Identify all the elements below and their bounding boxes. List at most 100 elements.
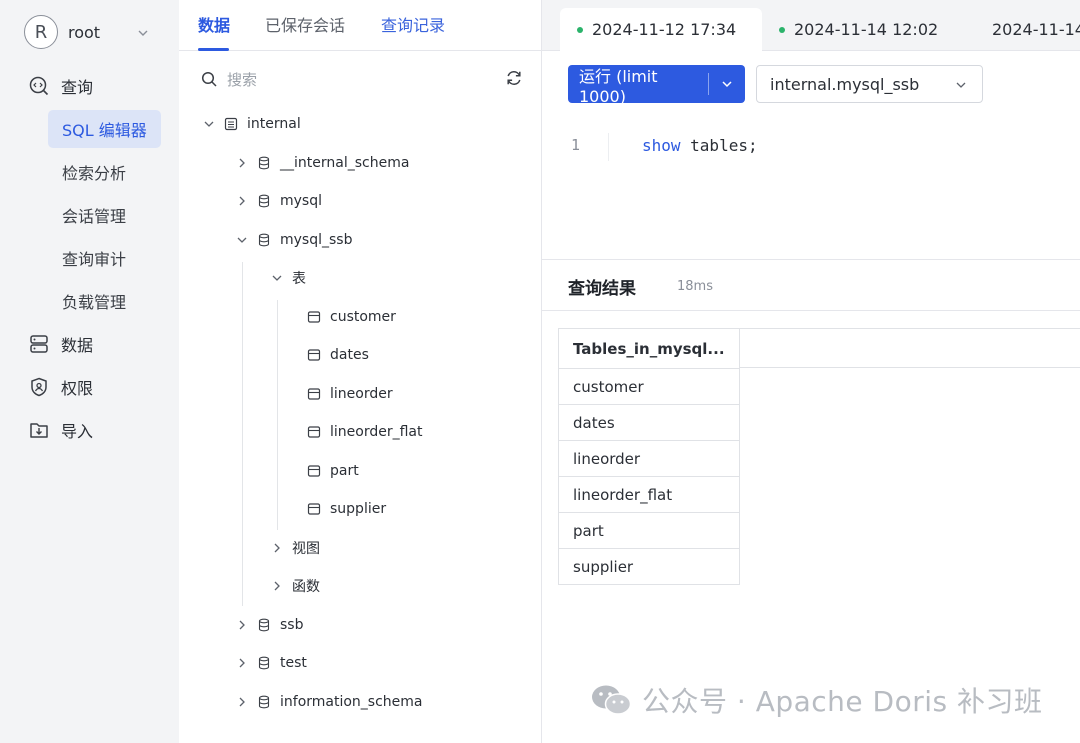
tree-database[interactable]: test — [236, 651, 307, 675]
nav-query-audit[interactable]: 查询审计 — [48, 239, 161, 277]
tree-group-functions[interactable]: 函数 — [271, 574, 320, 598]
tree-catalog[interactable]: internal — [203, 112, 301, 136]
nav-session-management[interactable]: 会话管理 — [48, 196, 161, 234]
nav-search-analysis[interactable]: 检索分析 — [48, 153, 161, 191]
result-table: Tables_in_mysql... customer dates lineor… — [558, 328, 740, 585]
table-row: supplier — [558, 548, 740, 585]
chevron-down-icon — [722, 81, 732, 88]
table-header-filler — [729, 328, 1080, 368]
chevron-down-icon[interactable] — [236, 234, 248, 246]
session-tab[interactable]: 2024-11-14 — [966, 8, 1080, 51]
chevron-down-icon[interactable] — [136, 26, 150, 40]
tree-table[interactable]: dates — [307, 343, 369, 367]
database-icon — [258, 156, 270, 170]
tree-database[interactable]: ssb — [236, 613, 303, 637]
gutter-divider — [608, 133, 609, 161]
tree-group-tables[interactable]: 表 — [271, 266, 306, 290]
query-icon — [29, 76, 49, 96]
chevron-right-icon[interactable] — [236, 195, 248, 207]
chevron-down-icon[interactable] — [271, 272, 283, 284]
tree-table-label: customer — [330, 309, 396, 325]
result-title: 查询结果 — [568, 279, 636, 299]
tree-database[interactable]: information_schema — [236, 690, 423, 714]
tree-search[interactable]: 搜索 — [201, 66, 257, 92]
table-row: part — [558, 512, 740, 549]
sql-text: tables; — [680, 136, 758, 155]
tree-table[interactable]: lineorder — [307, 382, 393, 406]
tree-table-label: lineorder_flat — [330, 424, 423, 440]
status-dot — [779, 26, 785, 33]
table-cell[interactable]: lineorder — [558, 440, 740, 477]
nav-permissions-label: 权限 — [61, 379, 94, 398]
tree-group-views[interactable]: 视图 — [271, 536, 320, 560]
chevron-right-icon[interactable] — [236, 619, 248, 631]
session-tab-label: 2024-11-14 12:02 — [794, 20, 939, 39]
tree-table[interactable]: lineorder_flat — [307, 420, 422, 444]
database-icon — [258, 618, 270, 632]
database-server-icon — [30, 335, 48, 353]
tree-table[interactable]: part — [307, 459, 359, 483]
tree-database-label: information_schema — [280, 694, 423, 710]
tree-table-label: dates — [330, 347, 369, 363]
main-nav: R root 查询 SQL 编辑器 检索分析 会话管理 查询审计 负载管理 数据… — [0, 0, 179, 743]
tree-database-open[interactable]: mysql_ssb — [236, 228, 352, 252]
tree-database-label: __internal_schema — [280, 155, 410, 171]
nav-permissions[interactable]: 权限 — [28, 372, 93, 402]
chevron-right-icon[interactable] — [271, 542, 283, 554]
table-cell[interactable]: supplier — [558, 548, 740, 585]
table-cell[interactable]: customer — [558, 368, 740, 405]
database-icon — [258, 194, 270, 208]
session-tab-label: 2024-11-14 — [992, 20, 1080, 39]
tree-database[interactable]: __internal_schema — [236, 151, 409, 175]
nav-import[interactable]: 导入 — [28, 415, 93, 445]
database-icon — [258, 695, 270, 709]
refresh-icon[interactable] — [505, 69, 523, 87]
table-icon — [307, 349, 321, 361]
nav-sql-editor[interactable]: SQL 编辑器 — [48, 110, 161, 148]
line-number: 1 — [571, 136, 581, 154]
run-options-button[interactable] — [709, 77, 745, 91]
run-button-label: 运行 (limit 1000) — [579, 66, 658, 106]
table-icon — [307, 503, 321, 515]
tree-table[interactable]: customer — [307, 305, 396, 329]
column-header[interactable]: Tables_in_mysql... — [558, 328, 740, 369]
tab-data[interactable]: 数据 — [198, 12, 230, 36]
user-menu[interactable]: R root — [24, 14, 154, 50]
run-button[interactable]: 运行 (limit 1000) — [568, 65, 745, 106]
tree-table[interactable]: supplier — [307, 497, 386, 521]
tree-table-label: supplier — [330, 501, 387, 517]
database-select[interactable]: internal.mysql_ssb — [756, 65, 983, 103]
table-cell[interactable]: lineorder_flat — [558, 476, 740, 513]
status-dot — [577, 26, 583, 33]
nav-query[interactable]: 查询 — [28, 71, 93, 101]
tab-saved-sessions[interactable]: 已保存会话 — [265, 12, 345, 36]
chevron-right-icon[interactable] — [236, 657, 248, 669]
code-line[interactable]: show tables; — [642, 136, 758, 155]
table-cell[interactable]: part — [558, 512, 740, 549]
shield-user-icon — [31, 377, 47, 397]
code-editor[interactable]: 1 show tables; — [542, 133, 1080, 259]
table-icon — [307, 388, 321, 400]
search-input[interactable]: 搜索 — [227, 69, 257, 90]
nav-workload-management[interactable]: 负载管理 — [48, 282, 161, 320]
tree-group-label: 视图 — [292, 541, 320, 557]
session-tab[interactable]: 2024-11-12 17:34 — [560, 8, 762, 51]
session-tabs: 2024-11-12 17:34 2024-11-14 12:02 2024-1… — [542, 0, 1080, 51]
data-panel: 数据 已保存会话 查询记录 搜索 internal __internal_sch… — [179, 0, 542, 743]
table-cell[interactable]: dates — [558, 404, 740, 441]
chevron-right-icon[interactable] — [236, 157, 248, 169]
session-tab[interactable]: 2024-11-14 12:02 — [762, 8, 964, 51]
avatar[interactable]: R — [24, 15, 58, 49]
tree-table-label: lineorder — [330, 386, 393, 402]
table-row: lineorder — [558, 440, 740, 477]
result-header: 查询结果 18ms — [542, 259, 1080, 311]
tree-database[interactable]: mysql — [236, 189, 322, 213]
chevron-right-icon[interactable] — [236, 696, 248, 708]
watermark: 公众号 · Apache Doris 补习班 — [590, 680, 1043, 720]
chevron-down-icon[interactable] — [203, 118, 215, 130]
watermark-text: 公众号 · Apache Doris 补习班 — [642, 685, 1043, 718]
nav-data[interactable]: 数据 — [28, 329, 93, 359]
chevron-right-icon[interactable] — [271, 580, 283, 592]
import-folder-icon — [30, 423, 48, 438]
tab-query-history[interactable]: 查询记录 — [381, 12, 445, 36]
